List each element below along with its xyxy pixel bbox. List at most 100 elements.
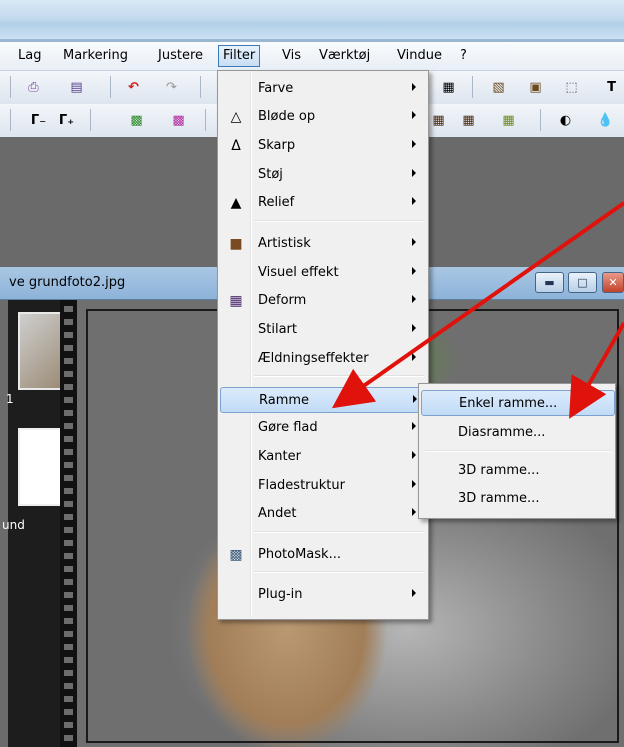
submenu-arrow-icon bbox=[412, 295, 416, 303]
filter-menu-item-label: Relief bbox=[258, 195, 295, 210]
tool-icon-2[interactable]: ▧ bbox=[490, 79, 507, 96]
filter-menu-item-skarp[interactable]: Δ Skarp bbox=[220, 133, 426, 159]
film-hole bbox=[64, 657, 73, 663]
frame-submenu-item-1[interactable]: Enkel ramme... bbox=[421, 390, 615, 416]
filter-menu-item-deform[interactable]: ▦ Deform bbox=[220, 288, 426, 314]
filter-menu-item-label: Visuel effekt bbox=[258, 265, 339, 280]
frame-submenu: Enkel ramme... Diasramme... 3D ramme... 3D … bbox=[418, 383, 616, 519]
film-hole bbox=[64, 462, 73, 468]
film-hole bbox=[64, 553, 73, 559]
menu-vaerktoej[interactable]: Værktøj bbox=[319, 48, 370, 63]
select-icon[interactable]: ⬚ bbox=[563, 79, 580, 96]
filter-menu-item-kanter[interactable]: Kanter bbox=[220, 444, 426, 470]
gamma-up-icon[interactable]: Γ₊ bbox=[58, 112, 75, 129]
color-down-icon[interactable]: ▩ bbox=[128, 112, 145, 129]
film-hole bbox=[64, 384, 73, 390]
film-hole bbox=[64, 423, 73, 429]
film-hole bbox=[64, 696, 73, 702]
gamma-down-icon[interactable]: Γ₋ bbox=[30, 112, 47, 129]
filter-menu-item-andet[interactable]: Andet bbox=[220, 501, 426, 527]
menu-filter[interactable]: Filter bbox=[218, 45, 261, 67]
filter-menu-item-label: Farve bbox=[258, 81, 294, 96]
menu-justere[interactable]: Justere bbox=[158, 48, 203, 63]
filter-menu-item-visuel-effekt[interactable]: Visuel effekt bbox=[220, 260, 426, 286]
submenu-arrow-icon bbox=[412, 353, 416, 361]
print-icon[interactable]: ⎙ bbox=[25, 79, 42, 96]
film-hole bbox=[64, 488, 73, 494]
tool-icon-3[interactable]: ▣ bbox=[527, 79, 544, 96]
frame-submenu-item-label: Enkel ramme... bbox=[459, 396, 558, 411]
thumbnail-2[interactable] bbox=[18, 428, 66, 506]
frame-submenu-item-2[interactable]: Diasramme... bbox=[421, 420, 613, 446]
menu-help[interactable]: ? bbox=[460, 48, 467, 63]
thumbnail-panel: 1 und bbox=[2, 300, 66, 747]
photomask-icon: ▩ bbox=[229, 547, 243, 563]
menu-bar: Lag Markering Justere Filter Vis Værktøj… bbox=[0, 42, 624, 71]
maximize-button[interactable]: □ bbox=[568, 272, 597, 293]
menu-vis[interactable]: Vis bbox=[282, 48, 301, 63]
frame-submenu-item-label: Diasramme... bbox=[458, 425, 546, 440]
filter-menu-item-relief[interactable]: ▲ Relief bbox=[220, 190, 426, 216]
filter-menu-item-fladestruktur[interactable]: Fladestruktur bbox=[220, 473, 426, 499]
submenu-arrow-icon bbox=[412, 480, 416, 488]
frame-submenu-item-label: 3D ramme... bbox=[458, 491, 540, 506]
film-hole bbox=[64, 410, 73, 416]
redo-icon[interactable]: ↷ bbox=[163, 79, 180, 96]
submenu-arrow-icon bbox=[412, 169, 416, 177]
filter-menu-item-støj[interactable]: Støj bbox=[220, 162, 426, 188]
film-hole bbox=[64, 306, 73, 312]
film-hole bbox=[64, 514, 73, 520]
filter-menu-item-farve[interactable]: Farve bbox=[220, 76, 426, 102]
filter-menu-item-stilart[interactable]: Stilart bbox=[220, 317, 426, 343]
contrast-icon[interactable]: ◐ bbox=[557, 112, 574, 129]
submenu-arrow-icon bbox=[413, 395, 417, 403]
filter-menu-item-ældningseffekter[interactable]: Ældningseffekter bbox=[220, 346, 426, 372]
menu-vindue[interactable]: Vindue bbox=[397, 48, 442, 63]
menu-markering[interactable]: Markering bbox=[63, 48, 128, 63]
film-hole bbox=[64, 397, 73, 403]
filter-menu-item-label: Kanter bbox=[258, 449, 301, 464]
undo-icon[interactable]: ↶ bbox=[125, 79, 142, 96]
thumbnail-1-label: 1 bbox=[6, 392, 14, 406]
scan-icon[interactable]: ▤ bbox=[68, 79, 85, 96]
filter-menu-item-artistisk[interactable]: ■ Artistisk bbox=[220, 231, 426, 257]
tool-icon-1[interactable]: ▦ bbox=[440, 79, 457, 96]
submenu-arrow-icon bbox=[412, 83, 416, 91]
filter-menu-item-label: PhotoMask... bbox=[258, 547, 341, 562]
texture-icon-2[interactable]: ▦ bbox=[460, 112, 477, 129]
close-button[interactable]: ✕ bbox=[602, 272, 624, 293]
frame-submenu-item-label: 3D ramme... bbox=[458, 463, 540, 478]
filter-menu-item-ramme[interactable]: Ramme bbox=[220, 387, 428, 413]
menu-separator bbox=[254, 531, 424, 533]
submenu-arrow-icon bbox=[412, 238, 416, 246]
document-title: ve grundfoto2.jpg bbox=[9, 275, 126, 290]
filter-menu-item-label: Bløde op bbox=[258, 109, 316, 124]
color-up-icon[interactable]: ▩ bbox=[170, 112, 187, 129]
minimize-button[interactable]: ▬ bbox=[535, 272, 564, 293]
filter-menu-item-gøre-flad[interactable]: Gøre flad bbox=[220, 415, 426, 441]
film-hole bbox=[64, 540, 73, 546]
filter-menu-item-label: Ramme bbox=[259, 393, 310, 408]
frame-submenu-item-4[interactable]: 3D ramme... bbox=[421, 486, 613, 512]
filter-menu-item-plug-in[interactable]: Plug-in bbox=[220, 582, 426, 608]
filter-menu-item-label: Gøre flad bbox=[258, 420, 318, 435]
filter-menu-item-bløde-op[interactable]: △ Bløde op bbox=[220, 104, 426, 130]
menu-lag[interactable]: Lag bbox=[18, 48, 41, 63]
thumbnail-1[interactable] bbox=[18, 312, 66, 390]
film-hole bbox=[64, 319, 73, 325]
texture-icon-1[interactable]: ▦ bbox=[430, 112, 447, 129]
menu-separator bbox=[254, 571, 424, 573]
frame-submenu-item-3[interactable]: 3D ramme... bbox=[421, 458, 613, 484]
text-tool-icon[interactable]: T bbox=[603, 79, 620, 96]
filter-menu-item-label: Plug-in bbox=[258, 587, 303, 602]
film-hole bbox=[64, 332, 73, 338]
film-hole bbox=[64, 631, 73, 637]
drop-icon[interactable]: 💧 bbox=[597, 112, 614, 129]
filter-menu-item-photomask[interactable]: ▩ PhotoMask... bbox=[220, 542, 426, 568]
texture-icon-3[interactable]: ▦ bbox=[500, 112, 517, 129]
film-hole bbox=[64, 501, 73, 507]
submenu-arrow-icon bbox=[412, 111, 416, 119]
film-hole bbox=[64, 358, 73, 364]
window-title-bar bbox=[0, 0, 624, 42]
sharpen-icon: Δ bbox=[231, 138, 241, 154]
